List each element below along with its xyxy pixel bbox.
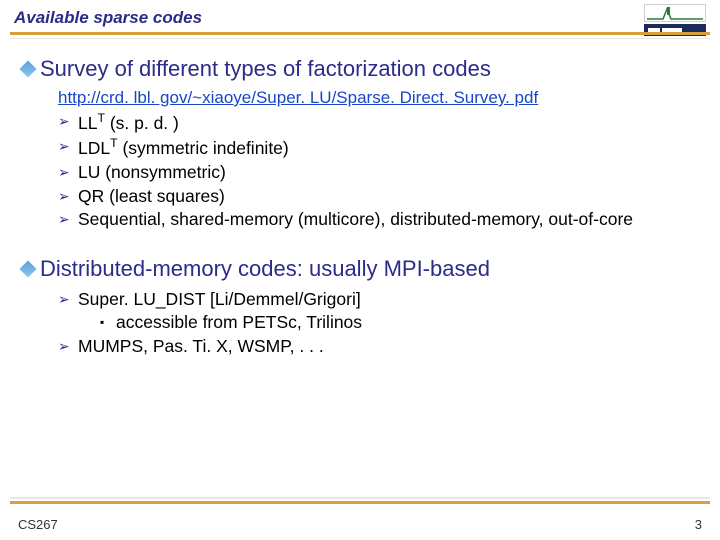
list-item: LDLT (symmetric indefinite) bbox=[58, 135, 696, 160]
section2-sublist: accessible from PETSc, Trilinos bbox=[100, 311, 696, 335]
slide-header: Available sparse codes bbox=[0, 0, 720, 28]
superscript-T: T bbox=[110, 136, 117, 150]
header-divider bbox=[10, 32, 710, 42]
survey-link[interactable]: http://crd. lbl. gov/~xiaoye/Super. LU/S… bbox=[58, 88, 696, 108]
list-item: accessible from PETSc, Trilinos bbox=[100, 311, 696, 335]
list-item-text: (symmetric indefinite) bbox=[118, 138, 289, 158]
list-item-text: LDL bbox=[78, 138, 110, 158]
slide-footer: CS267 3 bbox=[18, 517, 702, 532]
slide-content: Survey of different types of factorizati… bbox=[0, 42, 720, 359]
section2-list: Super. LU_DIST [Li/Demmel/Grigori] acces… bbox=[58, 288, 696, 359]
footer-divider bbox=[10, 497, 710, 504]
list-item-text: Super. LU_DIST [Li/Demmel/Grigori] bbox=[78, 289, 361, 309]
page-number: 3 bbox=[695, 517, 702, 532]
list-item: LLT (s. p. d. ) bbox=[58, 110, 696, 135]
list-item: Sequential, shared-memory (multicore), d… bbox=[58, 208, 696, 232]
section-heading-1: Survey of different types of factorizati… bbox=[22, 56, 696, 82]
superscript-T: T bbox=[97, 111, 104, 125]
list-item-text: LL bbox=[78, 113, 97, 133]
list-item: LU (nonsymmetric) bbox=[58, 161, 696, 185]
diamond-bullet-icon bbox=[20, 61, 37, 78]
list-item: Super. LU_DIST [Li/Demmel/Grigori] acces… bbox=[58, 288, 696, 335]
list-item: QR (least squares) bbox=[58, 185, 696, 209]
section-heading-2: Distributed-memory codes: usually MPI-ba… bbox=[22, 256, 696, 282]
diamond-bullet-icon bbox=[20, 260, 37, 277]
section-heading-1-text: Survey of different types of factorizati… bbox=[40, 56, 491, 82]
section1-list: LLT (s. p. d. ) LDLT (symmetric indefini… bbox=[58, 110, 696, 232]
list-item-text: (s. p. d. ) bbox=[105, 113, 179, 133]
section-heading-2-text: Distributed-memory codes: usually MPI-ba… bbox=[40, 256, 490, 282]
list-item: MUMPS, Pas. Ti. X, WSMP, . . . bbox=[58, 335, 696, 359]
course-code: CS267 bbox=[18, 517, 58, 532]
slide-title: Available sparse codes bbox=[14, 8, 706, 28]
